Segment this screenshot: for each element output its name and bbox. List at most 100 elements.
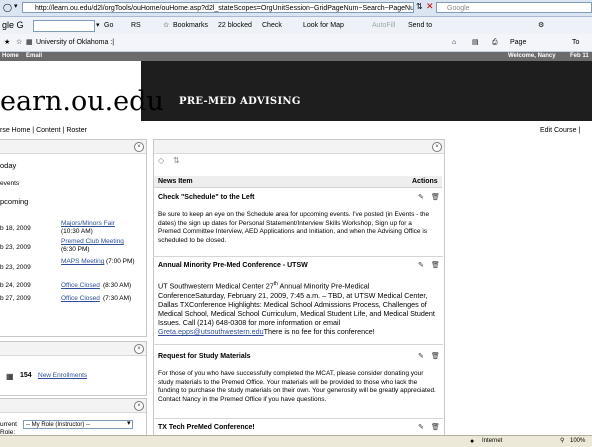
- tools-menu[interactable]: To: [572, 34, 579, 51]
- status-bar: ● Internet ⚲ 100%: [0, 435, 592, 447]
- event-date: b 18, 2009: [0, 225, 31, 232]
- news-item-body: For those of you who have successfully c…: [158, 370, 436, 404]
- news-item-body: Be sure to keep an eye on the Schedule a…: [158, 211, 430, 245]
- role-label: urrent: [0, 421, 17, 428]
- close-icon[interactable]: ×: [134, 142, 144, 152]
- body-text: There is no fee for this conference!: [263, 327, 375, 337]
- enrollment-icon: ▦: [6, 372, 14, 381]
- url-input[interactable]: http://learn.ou.edu/d2l/orgTools/ouHome/…: [22, 2, 414, 13]
- autofill-button[interactable]: AutoFill: [372, 17, 395, 34]
- events-panel-header: [0, 140, 146, 154]
- google-search-input[interactable]: [33, 20, 95, 32]
- google-toolbar: gle G ▾ Go RS ☆ Bookmarks 22 blocked Che…: [0, 17, 592, 35]
- edit-icon[interactable]: ✎: [418, 262, 425, 269]
- delete-icon[interactable]: 🗑: [431, 424, 440, 431]
- course-title: PRE-MED ADVISING: [179, 96, 301, 107]
- print-icon[interactable]: ⎙: [492, 34, 498, 51]
- address-bar-row: ◯ ▾ http://learn.ou.edu/d2l/orgTools/ouH…: [0, 0, 592, 17]
- event-link[interactable]: Office Closed: [61, 295, 100, 302]
- edit-icon[interactable]: ✎: [418, 194, 425, 201]
- role-select[interactable]: -- My Role (Instructor) --: [23, 420, 133, 429]
- news-divider: [153, 256, 443, 257]
- event-time: (10:30 AM): [61, 228, 93, 235]
- go-button[interactable]: Go: [104, 17, 113, 34]
- globe-icon: ●: [470, 438, 475, 445]
- actions-column: Actions: [412, 178, 438, 185]
- look-for-map-button[interactable]: Look for Map: [303, 17, 344, 34]
- add-news-icon[interactable]: ◇: [158, 156, 164, 165]
- events-panel: × oday events pcoming b 18, 2009 Majors/…: [0, 139, 147, 337]
- event-link[interactable]: MAPS Meeting: [61, 258, 104, 265]
- blocked-popups-button[interactable]: 22 blocked: [218, 17, 252, 34]
- news-item-body: UT Southwestern Medical Center 27th Annu…: [158, 280, 436, 337]
- news-column-header: News Item Actions: [154, 176, 442, 188]
- welcome-text: Welcome, Nancy: [508, 53, 556, 59]
- delete-icon[interactable]: 🗑: [431, 194, 440, 201]
- spellcheck-button[interactable]: Check: [262, 17, 282, 34]
- today-heading: oday: [0, 161, 17, 170]
- edit-icon[interactable]: ✎: [418, 353, 425, 360]
- settings-icon[interactable]: ⚙: [538, 17, 544, 34]
- site-name: earn.ou.edu: [0, 86, 164, 117]
- body-text: UT Southwestern Medical Center 27: [158, 281, 274, 291]
- send-to-button[interactable]: Send to: [408, 17, 432, 34]
- add-favorite-icon[interactable]: ☆: [16, 34, 22, 51]
- edit-icon[interactable]: ✎: [418, 424, 425, 431]
- event-date: b 24, 2009: [0, 282, 31, 289]
- course-home-link[interactable]: rse Home: [0, 127, 30, 134]
- dropdown-arrow-icon[interactable]: ▾: [96, 17, 100, 34]
- no-events-text: events: [0, 180, 20, 187]
- welcome-date: Feb 11: [570, 53, 589, 59]
- page-icon: ◯: [3, 3, 12, 12]
- rs-button[interactable]: RS: [131, 17, 141, 34]
- upcoming-heading: pcoming: [0, 197, 29, 206]
- nav-home-link[interactable]: Home: [2, 52, 19, 61]
- role-panel: × urrent Role: -- My Role (Instructor) -…: [0, 398, 147, 440]
- close-icon[interactable]: ×: [134, 401, 144, 411]
- refresh-icon[interactable]: ⇅: [416, 2, 423, 11]
- bookmarks-button[interactable]: Bookmarks: [173, 17, 208, 34]
- banner-dark-area: [141, 61, 592, 121]
- news-item-title: TX Tech PreMed Conference!: [158, 424, 255, 431]
- nav-email-link[interactable]: Email: [26, 52, 42, 61]
- event-link[interactable]: Premed Club Meeting: [61, 238, 124, 245]
- delete-icon[interactable]: 🗑: [431, 262, 440, 269]
- favorites-star-icon[interactable]: ★: [4, 34, 10, 51]
- star-icon[interactable]: ☆: [163, 17, 169, 34]
- close-icon[interactable]: ×: [134, 344, 144, 354]
- zoom-icon[interactable]: ⚲: [560, 436, 564, 447]
- chevron-down-icon[interactable]: ▾: [127, 419, 131, 427]
- event-date: b 23, 2009: [0, 244, 31, 251]
- content-link[interactable]: Content: [36, 127, 61, 134]
- event-date: b 27, 2009: [0, 295, 31, 302]
- edit-course-link[interactable]: Edit Course |: [540, 127, 580, 134]
- delete-icon[interactable]: 🗑: [431, 353, 440, 360]
- home-icon[interactable]: ⌂: [452, 34, 456, 51]
- event-link[interactable]: Office Closed: [61, 282, 100, 289]
- enrollments-count: 154: [20, 372, 32, 379]
- tab-university-of-oklahoma[interactable]: University of Oklahoma :|: [36, 34, 114, 51]
- event-time: (8:30 AM): [103, 282, 132, 289]
- search-input[interactable]: Google: [436, 2, 592, 13]
- google-label: gle G: [2, 20, 24, 30]
- enrollments-link[interactable]: New Enrollments: [38, 372, 87, 379]
- page-menu[interactable]: Page: [510, 34, 526, 51]
- close-icon[interactable]: ×: [432, 142, 442, 152]
- site-top-nav: Home Email Welcome, Nancy Feb 11: [0, 52, 592, 61]
- event-link[interactable]: Majors/Minors Fair: [61, 220, 115, 227]
- roster-link[interactable]: Roster: [66, 127, 87, 134]
- tab-row: ★ ☆ ▦ University of Oklahoma :| ⌂ ▤ ⎙ Pa…: [0, 34, 592, 52]
- enrollments-panel-header: [0, 342, 146, 356]
- reorder-icon[interactable]: ⇅: [173, 156, 180, 165]
- zoom-level[interactable]: 100%: [570, 436, 585, 447]
- stop-icon[interactable]: ✕: [426, 1, 434, 12]
- news-item-title: Request for Study Materials: [158, 353, 251, 360]
- tab-icon: ▦: [26, 39, 33, 46]
- dropdown-arrow-icon[interactable]: ▾: [14, 2, 18, 10]
- security-zone: Internet: [482, 438, 503, 444]
- news-item-column: News Item: [158, 178, 193, 185]
- news-panel-header: [154, 140, 444, 154]
- email-link[interactable]: Greta.epps@utsouthwestern.edu: [158, 327, 264, 336]
- feeds-icon[interactable]: ▤: [472, 34, 479, 51]
- event-date: b 23, 2009: [0, 264, 31, 271]
